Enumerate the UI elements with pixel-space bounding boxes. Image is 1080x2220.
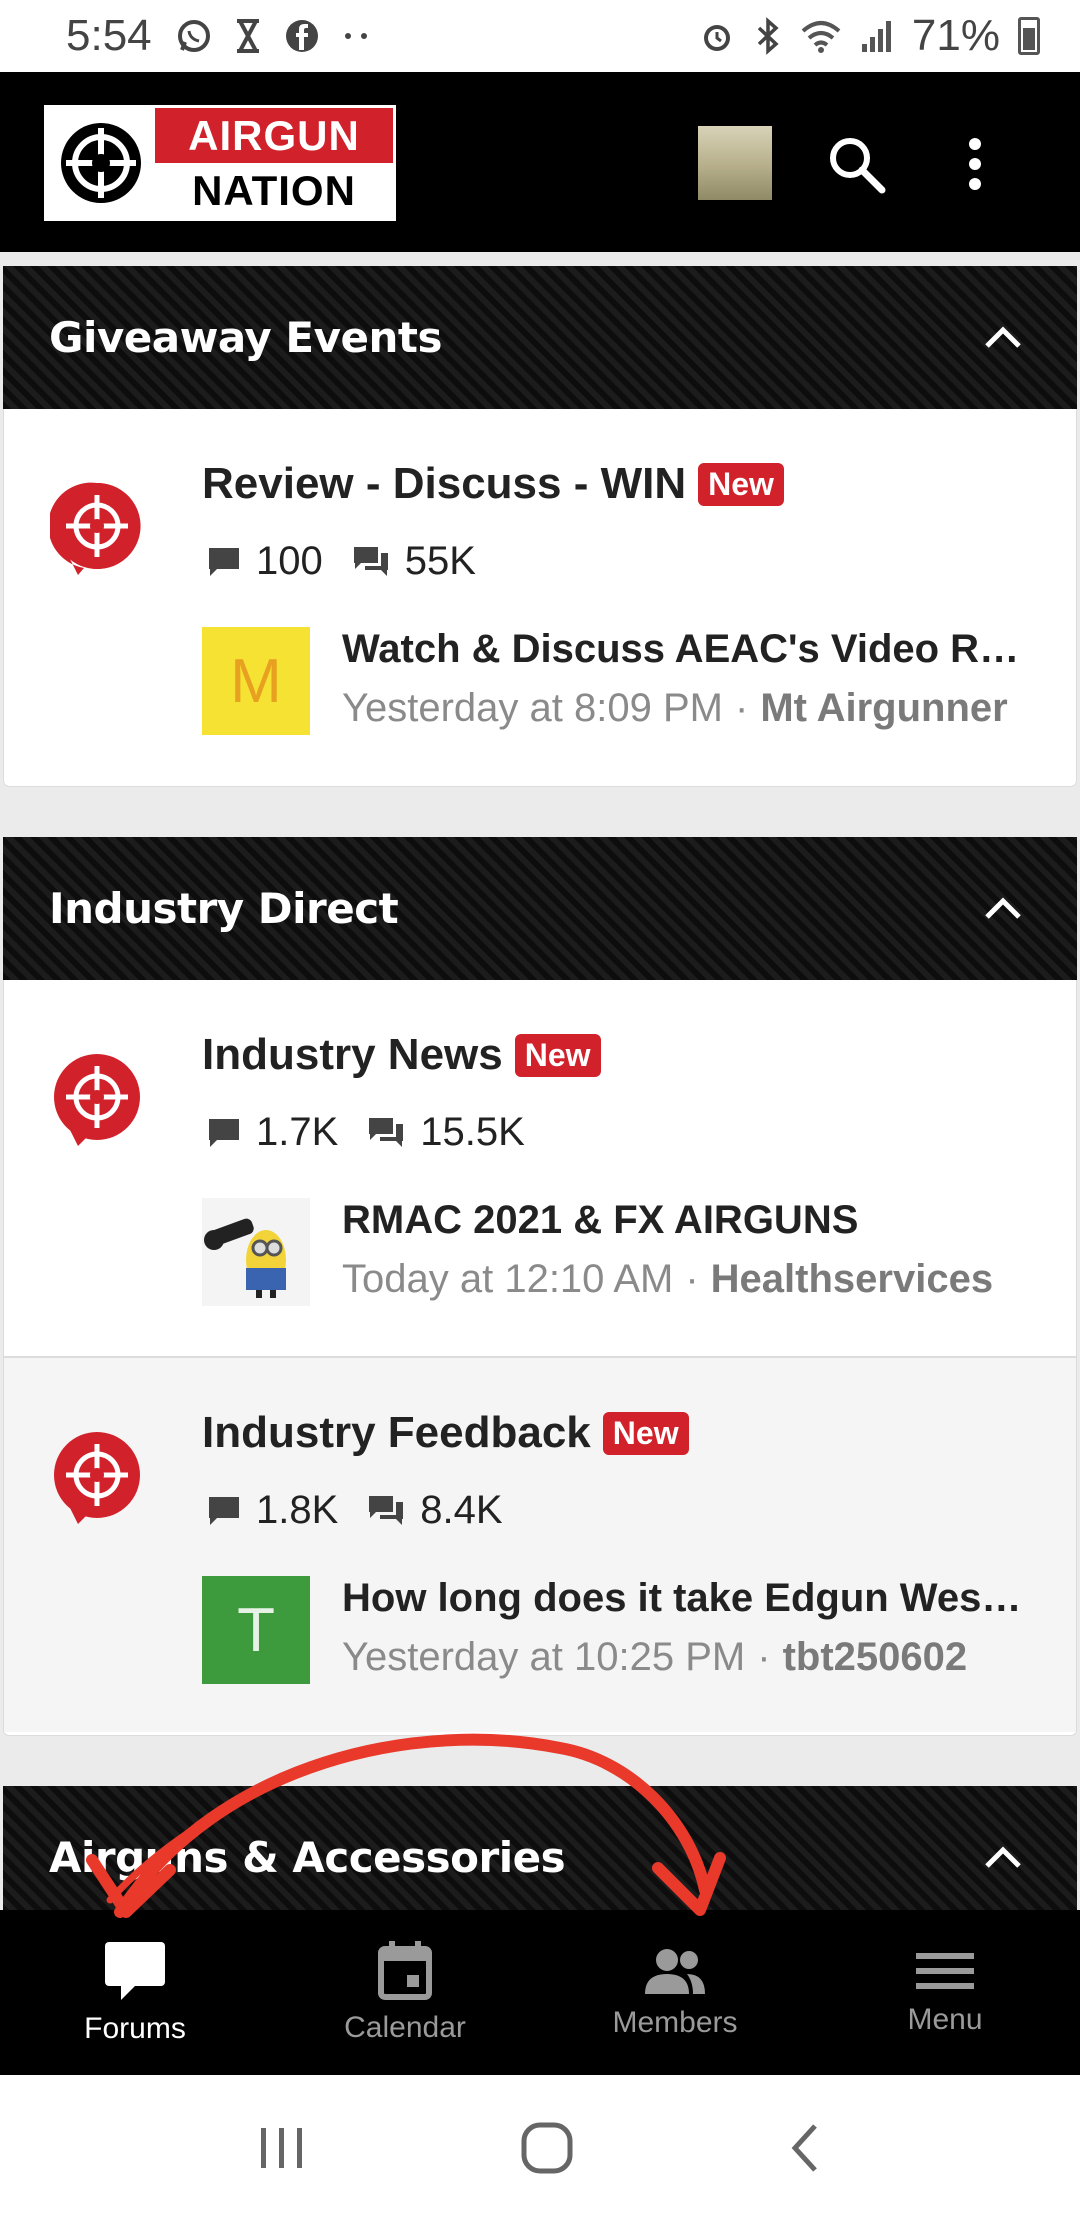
crosshair-logo-icon	[47, 108, 155, 218]
signal-icon	[861, 21, 891, 52]
last-post-time[interactable]: Yesterday at 8:09 PM	[342, 686, 723, 730]
nav-label: Menu	[907, 2002, 983, 2036]
user-avatar[interactable]	[698, 126, 772, 200]
last-post-time[interactable]: Yesterday at 10:25 PM	[342, 1635, 745, 1679]
chevron-up-icon[interactable]	[981, 1836, 1025, 1880]
user-avatar[interactable]: T	[202, 1576, 310, 1684]
last-post[interactable]: M Watch & Discuss AEAC's Video Rev… Yest…	[202, 627, 1032, 735]
last-post[interactable]: T How long does it take Edgun West t… Ye…	[202, 1576, 1032, 1684]
category-title: Airguns & Accessories	[49, 1833, 566, 1882]
nav-calendar[interactable]: Calendar	[270, 1910, 540, 2075]
messages-count: 55K	[404, 539, 476, 583]
forums-icon	[105, 1941, 165, 2000]
node-stats: 100 55K	[206, 539, 504, 584]
more-options-icon[interactable]	[960, 132, 990, 196]
alarm-icon	[703, 25, 730, 51]
category-header-airguns-accessories[interactable]: Airguns & Accessories	[3, 1786, 1077, 1929]
category-header-industry-direct[interactable]: Industry Direct	[3, 837, 1077, 980]
node-title[interactable]: Industry News	[202, 1030, 503, 1080]
crosshair-forum-icon	[54, 1432, 140, 1524]
new-badge: New	[602, 1411, 689, 1455]
category-title: Giveaway Events	[49, 313, 442, 362]
node-title[interactable]: Industry Feedback	[202, 1408, 591, 1458]
last-post[interactable]: RMAC 2021 & FX AIRGUNS Today at 12:10 AM…	[202, 1198, 1032, 1306]
node-stats: 1.7K 15.5K	[206, 1110, 553, 1155]
hourglass-icon	[236, 19, 259, 53]
last-post-title[interactable]: Watch & Discuss AEAC's Video Rev…	[342, 627, 1032, 672]
more-dots-icon	[344, 33, 367, 39]
wifi-icon	[801, 21, 841, 53]
nav-label: Forums	[84, 2011, 186, 2045]
home-icon[interactable]	[520, 2121, 574, 2175]
status-bar: 5:54 71%	[0, 0, 1080, 72]
forum-node[interactable]: Review - Discuss - WIN New 100 55K M Wat…	[4, 409, 1076, 785]
user-avatar[interactable]: M	[202, 627, 310, 735]
logo-text-airgun: AIRGUN	[155, 108, 393, 163]
messages-count: 8.4K	[420, 1488, 503, 1532]
threads-icon	[209, 547, 239, 576]
bottom-nav: Forums Calendar Members Menu	[0, 1910, 1080, 2075]
status-time: 5:54	[66, 11, 152, 60]
node-stats: 1.8K 8.4K	[206, 1488, 531, 1533]
threads-icon	[209, 1118, 239, 1147]
forum-node[interactable]: Industry Feedback New 1.8K 8.4K T How lo…	[4, 1356, 1076, 1732]
site-logo[interactable]: AIRGUN NATION	[44, 105, 396, 221]
whatsapp-icon	[177, 20, 210, 52]
last-post-user[interactable]: Healthservices	[711, 1257, 993, 1301]
nav-label: Calendar	[344, 2010, 466, 2044]
messages-icon	[369, 1495, 404, 1525]
last-post-time[interactable]: Today at 12:10 AM	[342, 1257, 673, 1301]
forum-node[interactable]: Industry News New 1.7K 15.5K RMAC 2021 &…	[4, 980, 1076, 1356]
nav-label: Members	[612, 2005, 738, 2039]
crosshair-forum-icon	[54, 1054, 140, 1146]
bluetooth-icon	[757, 17, 779, 55]
battery-icon	[1018, 17, 1040, 55]
back-icon[interactable]	[787, 2122, 823, 2174]
node-list: Review - Discuss - WIN New 100 55K M Wat…	[3, 409, 1077, 787]
new-badge: New	[514, 1033, 601, 1077]
category-header-giveaway-events[interactable]: Giveaway Events	[3, 266, 1077, 409]
last-post-user[interactable]: tbt250602	[783, 1635, 968, 1679]
menu-icon	[916, 1952, 974, 1989]
node-list: Industry News New 1.7K 15.5K RMAC 2021 &…	[3, 980, 1077, 1736]
nav-members[interactable]: Members	[540, 1910, 810, 2075]
chevron-up-icon[interactable]	[981, 316, 1025, 360]
nav-forums[interactable]: Forums	[0, 1910, 270, 2075]
logo-text-nation: NATION	[155, 163, 393, 218]
members-icon	[645, 1948, 705, 1994]
last-post-title[interactable]: RMAC 2021 & FX AIRGUNS	[342, 1198, 1032, 1243]
messages-icon	[353, 546, 388, 576]
facebook-icon	[285, 20, 318, 52]
threads-count: 100	[256, 539, 323, 583]
recent-apps-icon[interactable]	[257, 2124, 307, 2172]
user-avatar[interactable]	[202, 1198, 310, 1306]
threads-count: 1.8K	[256, 1488, 339, 1532]
last-post-user[interactable]: Mt Airgunner	[760, 686, 1007, 730]
nav-menu[interactable]: Menu	[810, 1910, 1080, 2075]
threads-count: 1.7K	[256, 1110, 339, 1154]
calendar-icon	[378, 1940, 432, 2000]
node-title[interactable]: Review - Discuss - WIN	[202, 459, 686, 509]
minion-avatar-icon	[202, 1198, 310, 1306]
battery-percent: 71%	[911, 11, 1000, 60]
system-nav-bar	[0, 2075, 1080, 2220]
chevron-up-icon[interactable]	[981, 887, 1025, 931]
category-title: Industry Direct	[49, 884, 399, 933]
crosshair-forum-icon	[50, 482, 141, 575]
search-icon[interactable]	[824, 132, 888, 196]
last-post-title[interactable]: How long does it take Edgun West t…	[342, 1576, 1032, 1621]
new-badge: New	[698, 462, 784, 506]
app-header: AIRGUN NATION	[0, 72, 1080, 252]
messages-count: 15.5K	[420, 1110, 525, 1154]
messages-icon	[369, 1117, 404, 1147]
threads-icon	[209, 1496, 239, 1525]
